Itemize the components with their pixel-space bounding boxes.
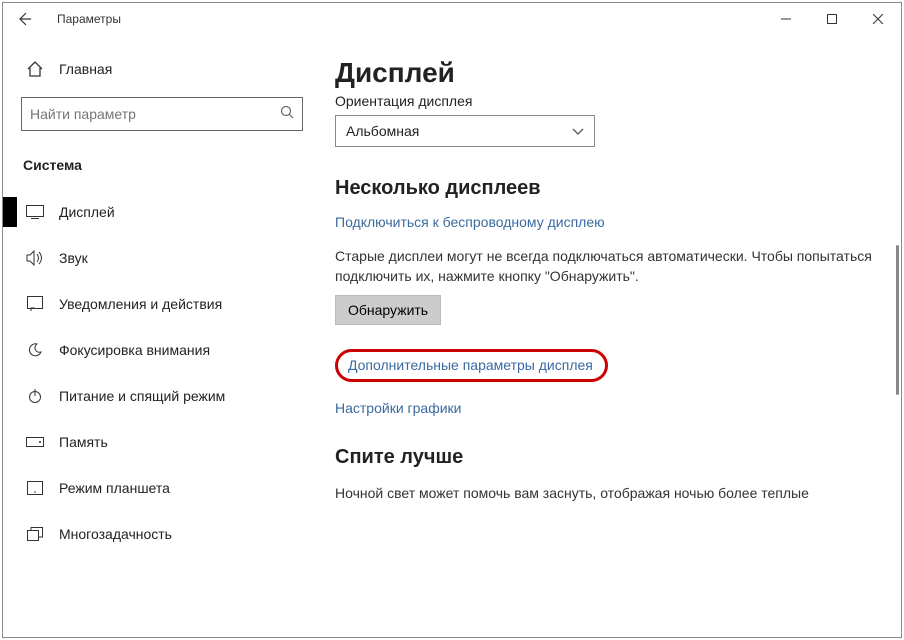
sidebar: Главная Система Дисплей Звук xyxy=(3,35,323,637)
orientation-label: Ориентация дисплея xyxy=(335,93,873,109)
search-input[interactable] xyxy=(30,106,280,122)
focus-icon xyxy=(25,340,45,360)
chevron-down-icon xyxy=(572,123,584,139)
back-button[interactable] xyxy=(3,3,45,35)
multitask-icon xyxy=(25,524,45,544)
storage-icon xyxy=(25,432,45,452)
minimize-button[interactable] xyxy=(763,3,809,35)
maximize-button[interactable] xyxy=(809,3,855,35)
window-controls xyxy=(763,3,901,35)
close-icon xyxy=(873,14,883,24)
sidebar-item-label: Уведомления и действия xyxy=(59,296,222,312)
window-body: Главная Система Дисплей Звук xyxy=(3,35,901,637)
sidebar-item-label: Многозадачность xyxy=(59,526,172,542)
scrollbar[interactable] xyxy=(896,245,899,395)
orientation-value: Альбомная xyxy=(346,123,419,139)
display-icon xyxy=(25,202,45,222)
sidebar-item-focus[interactable]: Фокусировка внимания xyxy=(21,327,323,373)
sidebar-item-label: Питание и спящий режим xyxy=(59,388,225,404)
search-icon xyxy=(280,105,294,124)
arrow-left-icon xyxy=(16,11,32,27)
window-title: Параметры xyxy=(45,12,121,26)
sound-icon xyxy=(25,248,45,268)
sidebar-item-display[interactable]: Дисплей xyxy=(21,189,323,235)
minimize-icon xyxy=(781,14,791,24)
orientation-select[interactable]: Альбомная xyxy=(335,115,595,147)
search-box[interactable] xyxy=(21,97,303,131)
sidebar-item-label: Фокусировка внимания xyxy=(59,342,210,358)
sidebar-item-label: Звук xyxy=(59,250,88,266)
settings-window: Параметры Главная xyxy=(2,2,902,638)
sidebar-nav: Дисплей Звук Уведомления и действия Фоку… xyxy=(21,189,323,557)
sidebar-item-tablet[interactable]: Режим планшета xyxy=(21,465,323,511)
sidebar-category: Система xyxy=(21,147,323,189)
sidebar-item-label: Дисплей xyxy=(59,204,115,220)
titlebar: Параметры xyxy=(3,3,901,35)
active-marker xyxy=(3,197,17,227)
home-link[interactable]: Главная xyxy=(21,53,323,93)
sleep-better-heading: Спите лучше xyxy=(335,446,873,469)
notifications-icon xyxy=(25,294,45,314)
sidebar-item-notifications[interactable]: Уведомления и действия xyxy=(21,281,323,327)
sidebar-item-label: Режим планшета xyxy=(59,480,170,496)
sleep-description: Ночной свет может помочь вам заснуть, от… xyxy=(335,483,873,503)
detect-description: Старые дисплеи могут не всегда подключат… xyxy=(335,246,873,287)
power-icon xyxy=(25,386,45,406)
sidebar-item-storage[interactable]: Память xyxy=(21,419,323,465)
close-button[interactable] xyxy=(855,3,901,35)
detect-button[interactable]: Обнаружить xyxy=(335,295,441,325)
advanced-display-link[interactable]: Дополнительные параметры дисплея xyxy=(335,349,608,382)
content-area: Дисплей Ориентация дисплея Альбомная Нес… xyxy=(323,35,901,637)
maximize-icon xyxy=(827,14,837,24)
page-heading: Дисплей xyxy=(335,57,873,89)
graphics-settings-link[interactable]: Настройки графики xyxy=(335,400,873,416)
sidebar-item-sound[interactable]: Звук xyxy=(21,235,323,281)
wireless-display-link[interactable]: Подключиться к беспроводному дисплею xyxy=(335,214,873,230)
sidebar-item-power[interactable]: Питание и спящий режим xyxy=(21,373,323,419)
sidebar-item-multitask[interactable]: Многозадачность xyxy=(21,511,323,557)
home-icon xyxy=(25,59,45,79)
sidebar-item-label: Память xyxy=(59,434,108,450)
tablet-icon xyxy=(25,478,45,498)
multiple-displays-heading: Несколько дисплеев xyxy=(335,177,873,200)
home-label: Главная xyxy=(59,61,112,77)
